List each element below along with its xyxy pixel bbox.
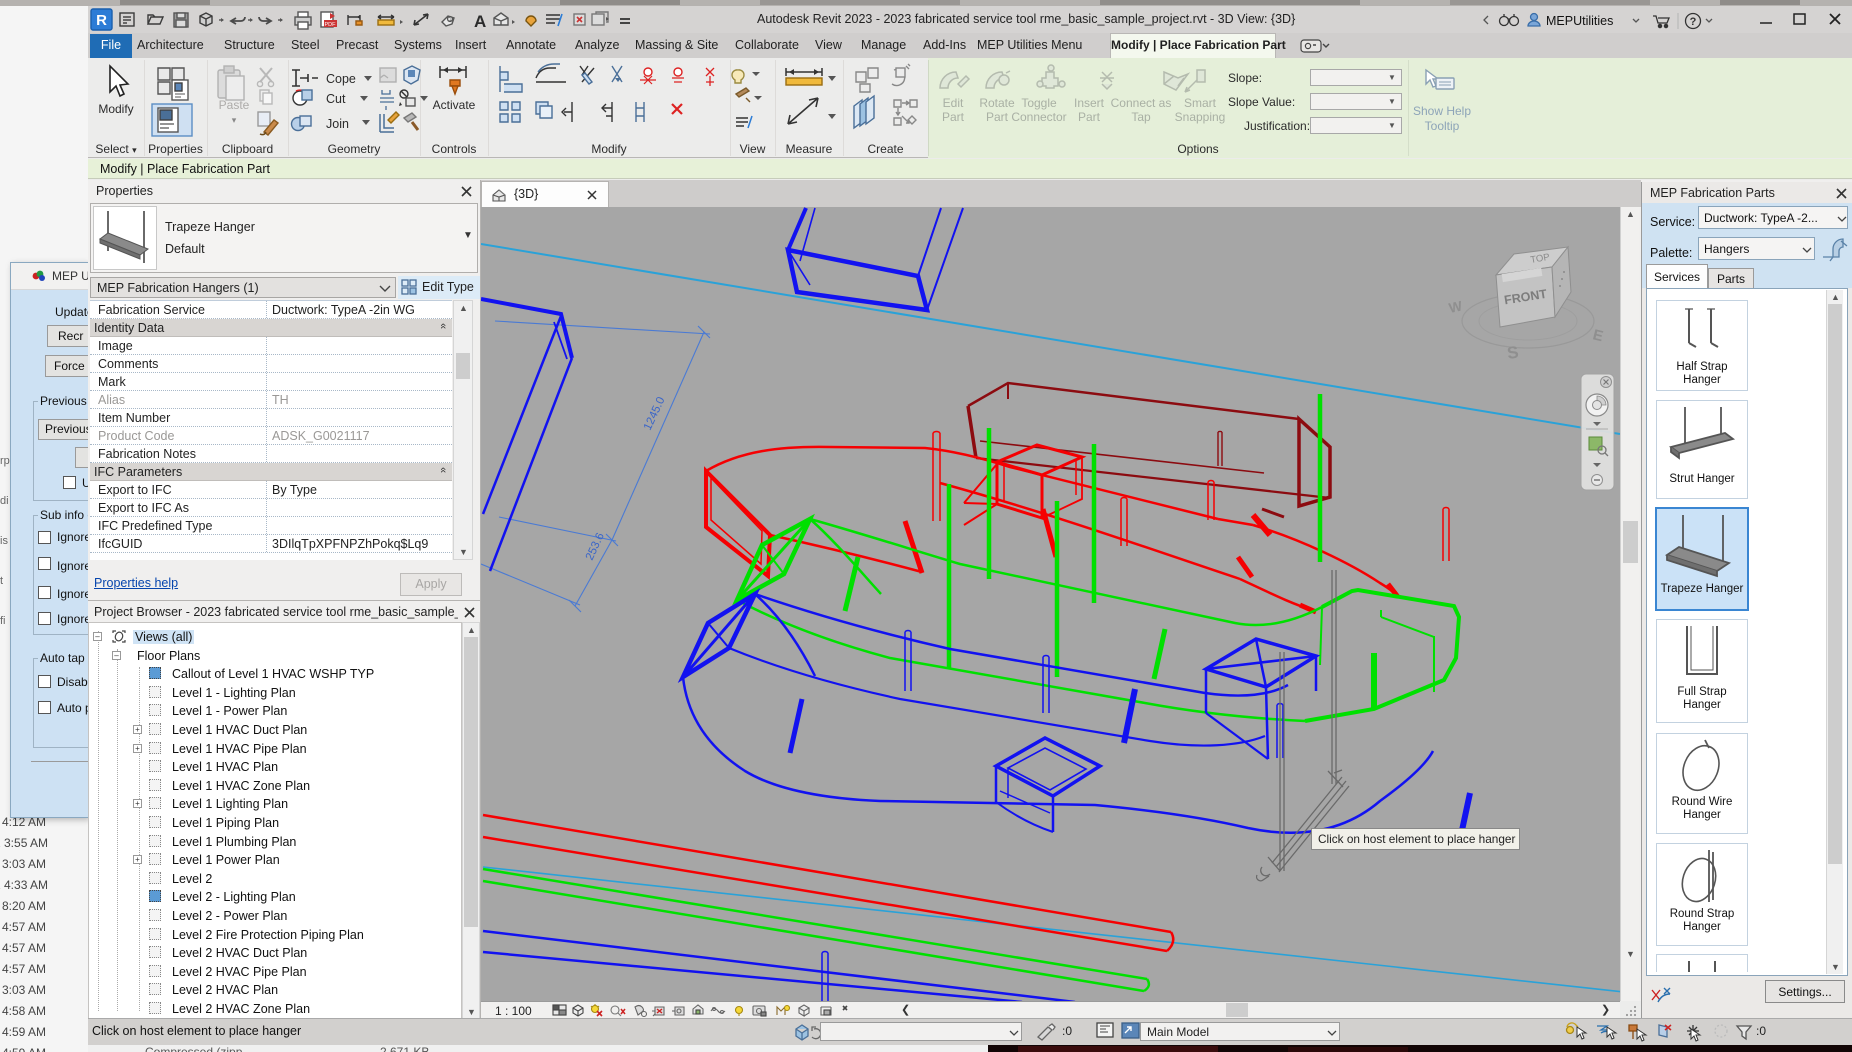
svg-text:Cope: Cope bbox=[326, 72, 356, 86]
svg-text:Join: Join bbox=[326, 117, 349, 131]
svg-text:Click on host element to place: Click on host element to place hanger bbox=[1318, 832, 1515, 846]
svg-text:PDF: PDF bbox=[325, 22, 337, 28]
svg-text:?: ? bbox=[1690, 16, 1697, 28]
svg-text:1: 1 bbox=[449, 17, 452, 23]
svg-text:A: A bbox=[474, 12, 486, 31]
svg-text:R: R bbox=[96, 12, 107, 29]
svg-text:Cut: Cut bbox=[326, 92, 346, 106]
svg-text:MEPUtilities: MEPUtilities bbox=[1546, 14, 1613, 28]
